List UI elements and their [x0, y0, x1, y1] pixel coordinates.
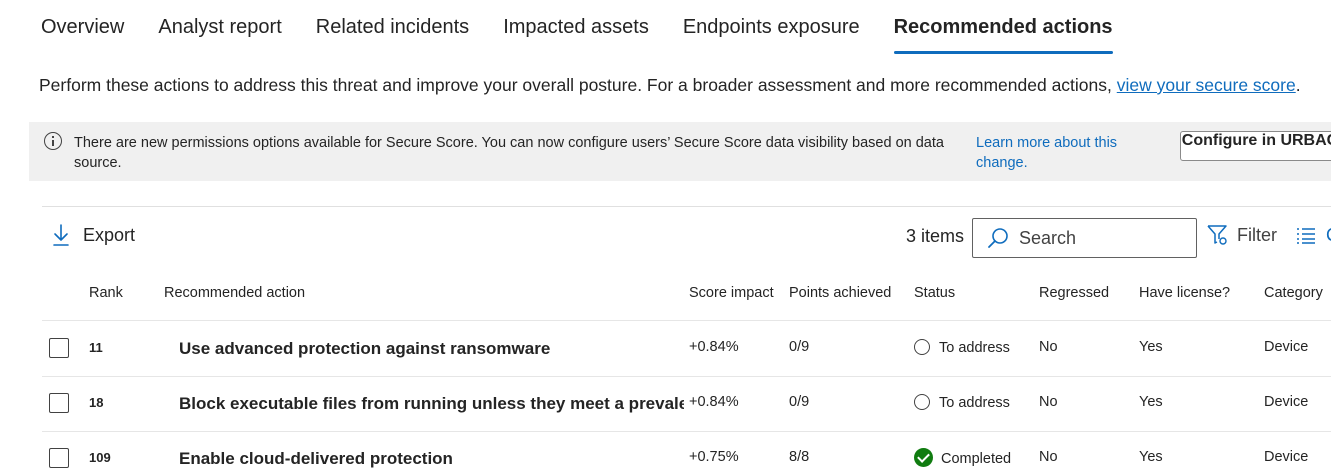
regressed-cell: No	[1039, 394, 1058, 410]
tab-overview[interactable]: Overview	[41, 0, 124, 54]
download-icon	[53, 224, 69, 246]
points-cell: 0/9	[789, 339, 810, 355]
header-score-impact[interactable]: Score impact	[689, 285, 774, 301]
row-divider	[42, 320, 1331, 321]
status-label: Completed	[941, 451, 1012, 467]
customize-columns-button[interactable]: C	[1296, 225, 1331, 246]
recommended-action-cell[interactable]: Enable cloud-delivered protection	[179, 449, 684, 469]
list-columns-icon	[1297, 227, 1315, 244]
search-input[interactable]: Search	[972, 218, 1197, 258]
row-divider	[42, 376, 1331, 377]
row-divider	[42, 431, 1331, 432]
divider	[42, 206, 1331, 207]
category-cell: Device	[1264, 449, 1309, 465]
page-description: Perform these actions to address this th…	[39, 75, 1301, 96]
status-cell: To address	[914, 394, 1010, 411]
row-checkbox[interactable]	[49, 338, 69, 358]
category-cell: Device	[1264, 339, 1309, 355]
items-count: 3 items	[906, 226, 965, 246]
info-banner: There are new permissions options availa…	[29, 122, 1331, 181]
columns-label: C	[1326, 225, 1331, 246]
row-checkbox[interactable]	[49, 448, 69, 468]
tab-endpoints-exposure[interactable]: Endpoints exposure	[683, 0, 860, 54]
circle-outline-icon	[914, 394, 930, 410]
info-icon	[44, 132, 62, 150]
search-icon	[988, 228, 1008, 248]
export-button[interactable]: Export	[52, 223, 135, 247]
filter-label: Filter	[1237, 224, 1277, 245]
tab-related-incidents[interactable]: Related incidents	[316, 0, 469, 54]
export-label: Export	[83, 224, 136, 245]
status-label: To address	[939, 340, 1010, 356]
learn-more-link[interactable]: Learn more about this change.	[976, 133, 1146, 173]
tab-impacted-assets[interactable]: Impacted assets	[503, 0, 649, 54]
filter-button[interactable]: Filter	[1207, 224, 1277, 246]
rank-cell: 18	[89, 395, 104, 410]
recommended-action-cell[interactable]: Use advanced protection against ransomwa…	[179, 339, 684, 359]
header-recommended-action[interactable]: Recommended action	[164, 285, 305, 301]
checkmark-circle-icon	[914, 448, 933, 467]
filter-icon	[1207, 225, 1227, 245]
score-impact-cell: +0.84%	[689, 394, 739, 410]
header-category[interactable]: Category	[1264, 285, 1323, 301]
header-have-license[interactable]: Have license?	[1139, 285, 1230, 301]
rank-cell: 11	[89, 340, 103, 355]
score-impact-cell: +0.75%	[689, 449, 739, 465]
status-cell: To address	[914, 339, 1010, 356]
description-suffix: .	[1295, 75, 1301, 95]
header-regressed[interactable]: Regressed	[1039, 285, 1109, 301]
description-text: Perform these actions to address this th…	[39, 75, 1117, 95]
status-cell: Completed	[914, 448, 1011, 467]
tab-analyst-report[interactable]: Analyst report	[158, 0, 281, 54]
license-cell: Yes	[1139, 449, 1163, 465]
circle-outline-icon	[914, 339, 930, 355]
license-cell: Yes	[1139, 394, 1163, 410]
tab-bar: Overview Analyst report Related incident…	[41, 0, 1147, 56]
configure-urbac-button[interactable]: Configure in URBAC	[1180, 131, 1331, 161]
recommended-action-cell[interactable]: Block executable files from running unle…	[179, 394, 684, 414]
regressed-cell: No	[1039, 449, 1058, 465]
header-rank[interactable]: Rank	[89, 285, 123, 301]
score-impact-cell: +0.84%	[689, 339, 739, 355]
rank-cell: 109	[89, 450, 111, 465]
category-cell: Device	[1264, 394, 1309, 410]
points-cell: 8/8	[789, 449, 810, 465]
points-cell: 0/9	[789, 394, 810, 410]
banner-message: There are new permissions options availa…	[74, 135, 944, 171]
row-checkbox[interactable]	[49, 393, 69, 413]
search-placeholder: Search	[1019, 227, 1077, 248]
tab-recommended-actions[interactable]: Recommended actions	[893, 0, 1113, 54]
secure-score-link[interactable]: view your secure score	[1117, 75, 1296, 95]
status-label: To address	[939, 395, 1010, 411]
header-status[interactable]: Status	[914, 285, 955, 301]
regressed-cell: No	[1039, 339, 1058, 355]
header-points-achieved[interactable]: Points achieved	[789, 285, 891, 301]
license-cell: Yes	[1139, 339, 1163, 355]
